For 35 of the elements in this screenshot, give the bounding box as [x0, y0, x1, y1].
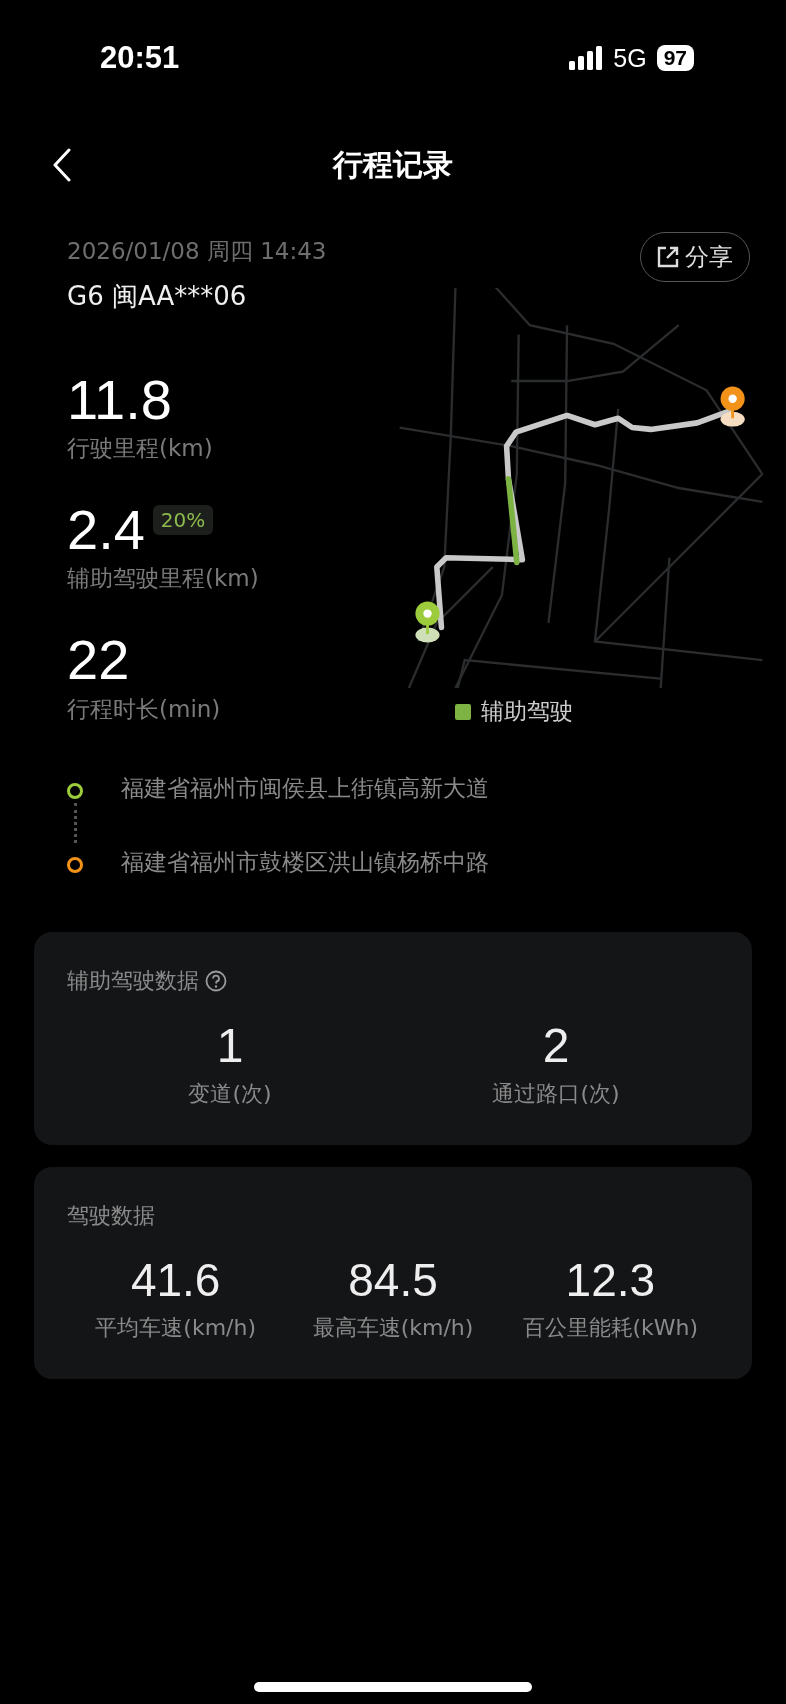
end-pin-icon: [720, 386, 745, 427]
metric-label: 变道(次): [188, 1079, 272, 1108]
percentage-badge: 20%: [152, 504, 214, 535]
dotted-connector: [73, 802, 77, 843]
network-label: 5G: [613, 43, 647, 73]
stat-label: 辅助驾驶里程(km): [67, 564, 260, 594]
legend-label: 辅助驾驶: [481, 697, 573, 726]
metric-label: 平均车速(km/h): [95, 1313, 256, 1342]
metric-label: 最高车速(km/h): [312, 1313, 474, 1342]
address-text: 福建省福州市鼓楼区洪山镇杨桥中路: [121, 847, 489, 877]
address-text: 福建省福州市闽侯县上街镇高新大道: [121, 773, 489, 803]
page-title: 行程记录: [333, 145, 453, 184]
card-title: 驾驶数据: [67, 1201, 155, 1230]
signal-icon: [569, 46, 604, 70]
metric-value: 41.6: [130, 1252, 221, 1307]
help-icon[interactable]: [205, 969, 227, 992]
stat-label: 行驶里程(km): [67, 434, 214, 464]
stat-value: 11.8: [67, 367, 172, 433]
metric-value: 2: [542, 1017, 570, 1073]
stat-value: 22: [67, 627, 130, 694]
metric-value: 1: [216, 1017, 244, 1073]
metric-label: 百公里能耗(kWh): [522, 1313, 699, 1342]
share-button[interactable]: 分享: [640, 232, 750, 282]
status-time: 20:51: [100, 40, 180, 76]
stat-label: 行程时长(min): [67, 694, 222, 724]
battery-indicator: 97: [656, 45, 694, 71]
metric-value: 12.3: [565, 1252, 656, 1307]
share-icon: [657, 246, 679, 268]
card-title: 辅助驾驶数据: [67, 966, 199, 995]
trip-datetime: 2026/01/08 周四 14:43: [67, 237, 328, 266]
start-pin-icon: [415, 601, 440, 643]
metric-label: 通过路口(次): [492, 1079, 620, 1108]
stat-value: 2.4: [67, 497, 145, 564]
vehicle-plate: G6 闽AA***06: [67, 280, 248, 313]
metric-value: 84.5: [348, 1252, 438, 1307]
